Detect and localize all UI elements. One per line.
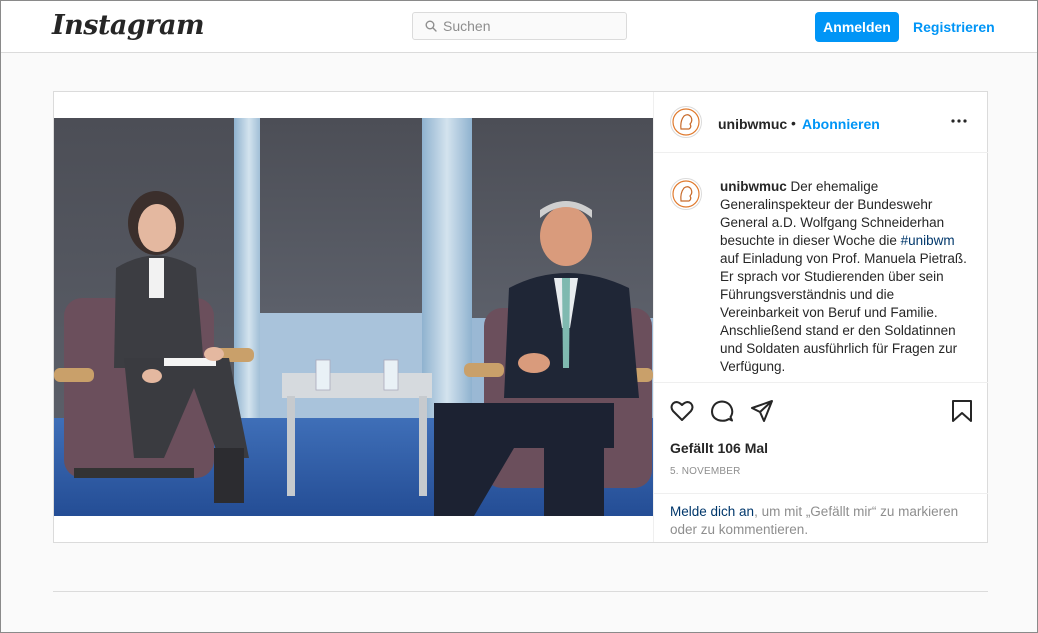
university-logo-icon [672, 108, 700, 136]
more-options-icon[interactable] [950, 114, 968, 128]
post-sidebar: unibwmuc • Abonnieren unibwmuc Der ehema… [653, 92, 988, 542]
post-media[interactable] [54, 92, 653, 542]
caption-username[interactable]: unibwmuc [720, 179, 787, 194]
follow-button[interactable]: Abonnieren [802, 116, 880, 132]
hashtag-link[interactable]: #unibwm [901, 233, 955, 248]
post-header: unibwmuc • Abonnieren [654, 92, 988, 153]
post-caption: unibwmuc Der ehemalige Generalinspekteur… [720, 178, 974, 376]
login-link[interactable]: Melde dich an [670, 504, 754, 519]
bookmark-icon[interactable] [949, 398, 975, 424]
search-input[interactable] [443, 18, 623, 34]
avatar[interactable] [670, 106, 702, 138]
caption-text-after: auf Einladung von Prof. Manuela Pietraß.… [720, 251, 967, 374]
post-date: 5. NOVEMBER [670, 466, 741, 477]
separator-dot: • [791, 115, 796, 131]
comment-icon[interactable] [709, 398, 735, 424]
search-icon [425, 20, 437, 32]
post-actions: Gefällt 106 Mal 5. NOVEMBER [654, 382, 988, 494]
university-logo-icon [672, 180, 700, 208]
instagram-logo[interactable]: Instagram [52, 10, 205, 41]
post-card: unibwmuc • Abonnieren unibwmuc Der ehema… [53, 91, 988, 543]
caption-section: unibwmuc Der ehemalige Generalinspekteur… [654, 154, 988, 382]
login-prompt: Melde dich an, um mit „Gefällt mir“ zu m… [654, 493, 988, 542]
post-photo[interactable] [54, 118, 653, 516]
share-icon[interactable] [749, 398, 775, 424]
caption-avatar[interactable] [670, 178, 702, 210]
heart-icon[interactable] [669, 398, 695, 424]
top-navigation: Instagram Anmelden Registrieren [1, 1, 1037, 53]
register-link[interactable]: Registrieren [913, 19, 995, 35]
post-username[interactable]: unibwmuc [718, 116, 787, 132]
likes-count[interactable]: Gefällt 106 Mal [670, 440, 768, 456]
search-box[interactable] [412, 12, 627, 40]
footer-divider [53, 591, 988, 592]
login-button[interactable]: Anmelden [815, 12, 899, 42]
